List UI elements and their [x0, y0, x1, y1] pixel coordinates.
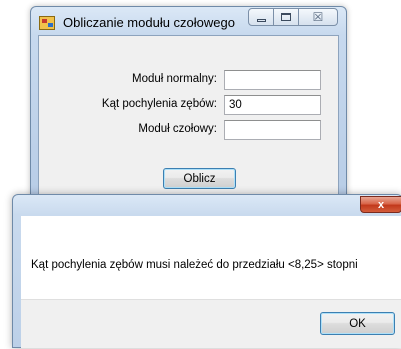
kat-pochylenia-label: Kąt pochylenia zębów:: [101, 98, 217, 110]
message-box: x Kąt pochylenia zębów musi należeć do p…: [12, 194, 401, 348]
form-app-icon: [39, 16, 55, 30]
message-text: Kąt pochylenia zębów musi należeć do prz…: [31, 259, 358, 271]
minimize-button[interactable]: [248, 8, 274, 26]
modul-czolowy-label: Moduł czołowy:: [138, 123, 217, 135]
main-window: Obliczanie modułu czołowego ☒ Moduł norm…: [30, 6, 347, 206]
row-modul-normalny: Moduł normalny:: [39, 70, 338, 90]
close-button[interactable]: ☒: [298, 8, 338, 26]
modul-normalny-label: Moduł normalny:: [131, 73, 217, 85]
ok-button[interactable]: OK: [320, 312, 395, 335]
close-icon: x: [377, 198, 385, 211]
main-window-title: Obliczanie modułu czołowego: [63, 15, 235, 30]
main-titlebar[interactable]: Obliczanie modułu czołowego ☒: [31, 7, 346, 35]
close-icon: ☒: [312, 10, 324, 24]
minimize-icon: [256, 18, 266, 22]
row-kat-pochylenia: Kąt pochylenia zębów:: [39, 95, 338, 115]
kat-pochylenia-input[interactable]: [224, 95, 321, 115]
message-footer: OK: [21, 299, 401, 348]
form-client-area: Moduł normalny: Kąt pochylenia zębów: Mo…: [38, 35, 339, 205]
maximize-icon: [281, 13, 291, 21]
message-body: Kąt pochylenia zębów musi należeć do prz…: [21, 216, 401, 299]
maximize-button[interactable]: [273, 8, 299, 26]
message-close-button[interactable]: x: [360, 196, 401, 213]
modul-normalny-input[interactable]: [224, 70, 321, 90]
modul-czolowy-input[interactable]: [224, 120, 321, 140]
row-modul-czolowy: Moduł czołowy:: [39, 120, 338, 140]
window-controls: ☒: [248, 8, 338, 26]
oblicz-button[interactable]: Oblicz: [163, 168, 236, 189]
